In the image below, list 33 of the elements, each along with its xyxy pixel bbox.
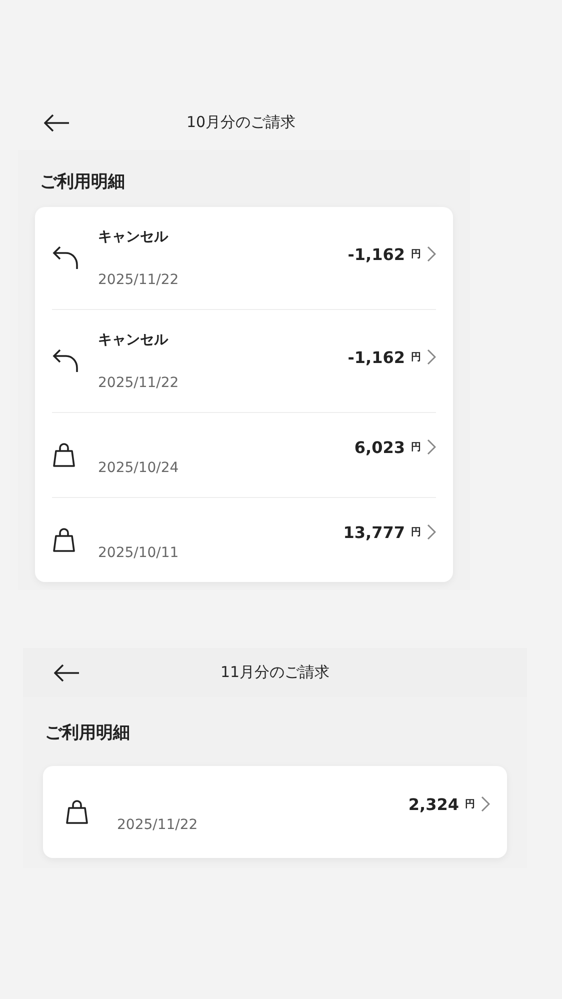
section-heading: ご利用明細 xyxy=(40,171,126,193)
reply-arrow-icon xyxy=(52,245,80,271)
shopping-bag-icon xyxy=(52,527,76,553)
transaction-amount: 2,324 xyxy=(408,794,459,814)
transaction-amount: -1,162 xyxy=(348,348,405,366)
currency-unit: 円 xyxy=(411,248,421,261)
transaction-amount: -1,162 xyxy=(348,244,405,264)
currency-unit: 円 xyxy=(411,441,421,454)
reply-arrow-icon xyxy=(52,348,80,374)
currency-unit: 円 xyxy=(411,526,421,539)
shopping-bag-icon xyxy=(65,799,89,825)
transaction-date: 2025/11/22 xyxy=(98,375,180,391)
transaction-date: 2025/11/22 xyxy=(98,272,180,288)
currency-unit: 円 xyxy=(465,798,475,811)
page-title: 10月分のご請求 xyxy=(186,113,296,131)
chevron-icon[interactable] xyxy=(427,439,436,455)
transaction-date: 2025/10/11 xyxy=(98,545,180,561)
transaction-type: キャンセル xyxy=(98,331,170,349)
chevron-icon[interactable] xyxy=(427,349,436,365)
chevron-icon[interactable] xyxy=(481,796,490,812)
back-arrow-icon[interactable] xyxy=(44,114,70,132)
section-heading: ご利用明細 xyxy=(45,722,131,744)
back-arrow-icon[interactable] xyxy=(54,664,80,682)
transaction-amount: 13,777 xyxy=(343,522,405,542)
transaction-date: 2025/11/22 xyxy=(117,817,199,833)
transaction-type: キャンセル xyxy=(98,228,170,246)
chevron-icon[interactable] xyxy=(427,524,436,540)
shopping-bag-icon xyxy=(52,442,76,468)
transaction-date: 2025/10/24 xyxy=(98,460,180,476)
chevron-icon[interactable] xyxy=(427,246,436,262)
currency-unit: 円 xyxy=(411,351,421,364)
transaction-amount: 6,023 xyxy=(354,438,405,456)
page-title: 11月分のご請求 xyxy=(220,663,330,681)
